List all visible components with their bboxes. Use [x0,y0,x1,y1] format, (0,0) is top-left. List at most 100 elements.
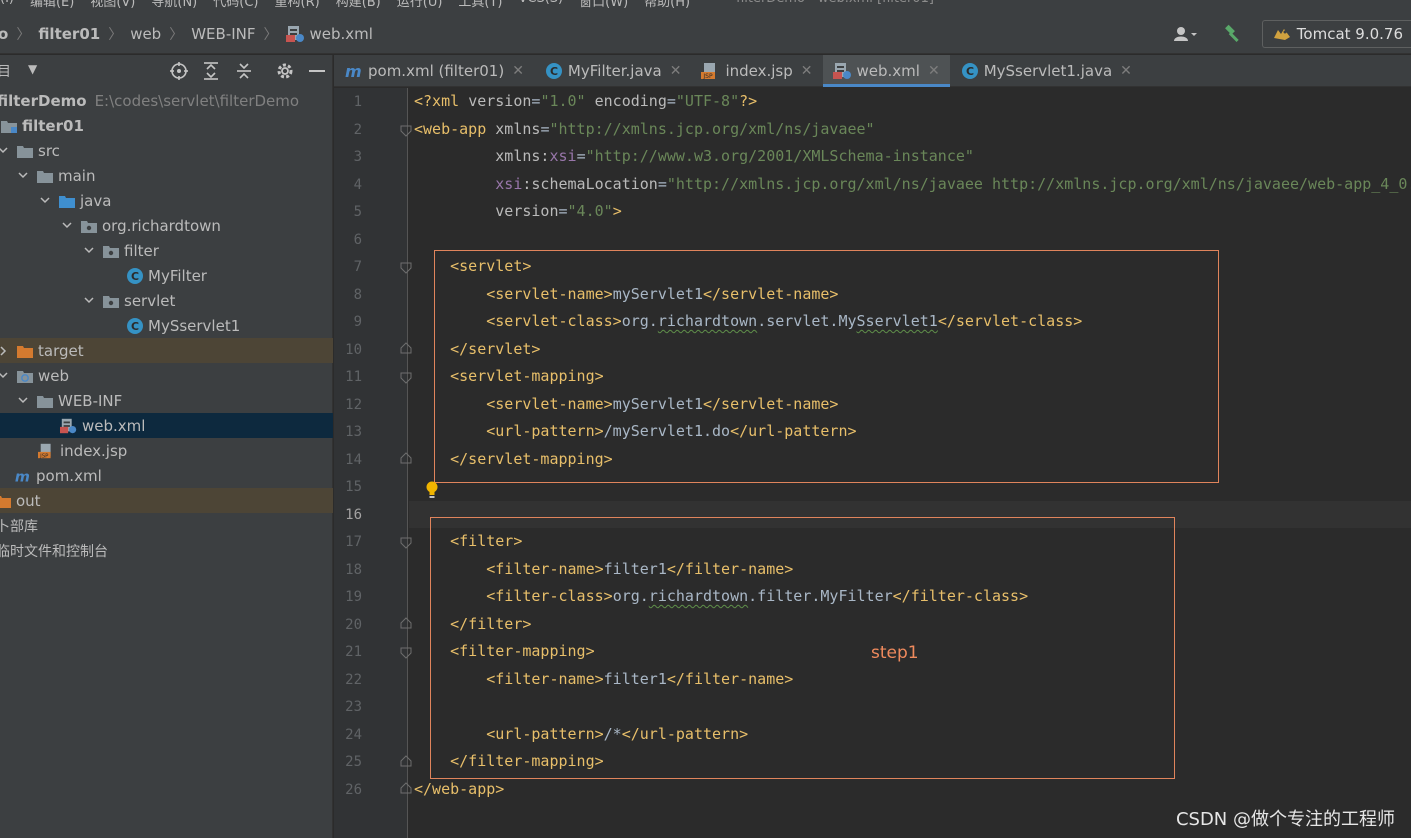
breadcrumb-file-label: web.xml [309,25,373,43]
tab-label: web.xml [856,62,920,80]
breadcrumb-web[interactable]: web [130,25,161,43]
tree-item-java[interactable]: java [0,188,333,213]
line-number: 2 [353,122,362,138]
jsp-icon: JSP [701,61,721,81]
menu-item[interactable]: 帮助(H) [644,0,690,8]
expand-all-icon[interactable] [200,60,222,82]
menu-item[interactable]: 代码(C) [213,0,258,8]
chevron-down-icon[interactable] [0,372,10,379]
token: xmlns: [495,147,550,165]
watermark: CSDN @做个专注的工程师 [1175,809,1395,830]
chevron-down-icon[interactable] [38,197,52,204]
close-icon[interactable]: ✕ [928,63,940,79]
code-line-1: <?xml version="1.0" encoding="UTF-8"?> [414,92,757,110]
close-icon[interactable]: ✕ [801,63,813,79]
breadcrumb-file[interactable]: web.xml [285,25,373,43]
tree-item-package-filter[interactable]: filter [0,238,333,263]
code-line-26: </web-app> [414,780,504,798]
close-icon[interactable]: ✕ [512,63,524,79]
lightbulb-icon[interactable] [425,481,439,499]
minimize-icon[interactable] [306,60,328,82]
tree-item-label: filter01 [22,116,84,135]
token: "4.0" [567,202,613,220]
code-line-4: xsi:schemaLocation="http://xmlns.jcp.org… [414,175,1411,193]
close-icon[interactable]: ✕ [1120,63,1132,79]
tree-item-package-root[interactable]: org.richardtown [0,213,333,238]
menu-item[interactable]: 工具(T) [458,0,502,8]
navigation-bar: o 〉 filter01 〉 web 〉 WEB-INF 〉 web.xml T… [0,8,1411,54]
chevron-down-icon[interactable] [16,397,30,404]
tree-item-index-jsp[interactable]: JSP index.jsp [0,438,333,463]
collapse-all-icon[interactable] [233,60,255,82]
tree-item-label: main [58,166,96,185]
svg-text:C: C [131,320,139,333]
tree-item-pom-xml[interactable]: m pom.xml [0,463,333,488]
line-number: 25 [345,754,362,770]
class-icon: C [126,317,144,335]
tree-item-out[interactable]: out [0,488,333,513]
menu-item[interactable]: 重构(R) [275,0,320,8]
breadcrumb-project[interactable]: o [0,25,8,43]
tree-item-web[interactable]: web [0,363,333,388]
tree-item-package-servlet[interactable]: servlet [0,288,333,313]
folder-icon [16,142,34,160]
tree-item-web-inf[interactable]: WEB-INF [0,388,333,413]
menu-item[interactable]: (I) [0,0,14,8]
tab-pom-xml[interactable]: m pom.xml (filter01) ✕ [334,55,534,87]
xml-config-icon [285,26,304,42]
tab-myfilter-java[interactable]: C MyFilter.java ✕ [534,55,692,87]
chevron-down-icon[interactable] [60,222,74,229]
line-number: 4 [353,177,362,193]
tree-item-label: web.xml [82,416,146,435]
close-icon[interactable]: ✕ [670,63,682,79]
line-number: 7 [353,259,362,275]
chevron-down-icon[interactable] [0,147,10,154]
chevron-right-icon[interactable] [0,345,10,356]
breadcrumb: o 〉 filter01 〉 web 〉 WEB-INF 〉 web.xml [0,24,373,44]
line-number: 1 [353,94,362,110]
tab-mysservlet1-java[interactable]: C MySservlet1.java ✕ [950,55,1142,87]
tab-web-xml[interactable]: web.xml ✕ [822,55,950,87]
menu-item[interactable]: 构建(B) [336,0,381,8]
breadcrumb-web-inf[interactable]: WEB-INF [191,25,255,43]
menu-item[interactable]: 窗口(W) [579,0,628,8]
tree-item-label: index.jsp [60,441,128,460]
tree-item-label: MySservlet1 [148,316,241,335]
menu-item[interactable]: 视图(V) [90,0,135,8]
svg-text:C: C [966,65,974,78]
tree-item-class-myfilter[interactable]: C MyFilter [0,263,333,288]
user-icon[interactable] [1170,22,1202,46]
tab-index-jsp[interactable]: JSP index.jsp ✕ [691,55,822,87]
menu-item[interactable]: 导航(N) [151,0,197,8]
chevron-down-icon[interactable] [16,172,30,179]
run-configuration-selector[interactable]: Tomcat 9.0.76 [1261,20,1411,48]
build-hammer-icon[interactable] [1218,22,1248,46]
menu-item[interactable]: 编辑(E) [30,0,74,8]
token: xsi [549,147,577,165]
excluded-folder-icon [16,342,34,360]
tree-item-external-libraries[interactable]: 卜部库 [0,513,333,538]
chevron-down-icon[interactable] [82,297,96,304]
tree-item-web-xml[interactable]: web.xml [0,413,333,438]
menu-item[interactable]: VCS(S) [519,0,564,8]
tree-item-target[interactable]: target [0,338,333,363]
project-panel-title[interactable]: 目 [0,61,11,81]
gear-icon[interactable] [274,60,296,82]
line-number: 12 [345,397,362,413]
chevron-down-icon[interactable] [82,247,96,254]
tree-item-project-root[interactable]: filterDemo E:\codes\servlet\filterDemo [0,88,333,113]
breadcrumb-module[interactable]: filter01 [38,25,100,43]
line-number: 15 [345,479,362,495]
tree-item-class-mysservlet1[interactable]: C MySservlet1 [0,313,333,338]
tree-item-src[interactable]: src [0,138,333,163]
tree-item-scratches[interactable]: 临时文件和控制台 [0,538,333,563]
tree-item-main[interactable]: main [0,163,333,188]
view-dropdown-icon[interactable]: ▼ [28,62,37,76]
line-number-current: 16 [345,507,362,523]
tree-item-module[interactable]: filter01 [0,113,333,138]
locate-file-icon[interactable] [168,60,190,82]
menu-item[interactable]: 运行(U) [397,0,443,8]
menu-bar: (I) 编辑(E) 视图(V) 导航(N) 代码(C) 重构(R) 构建(B) … [0,0,1411,8]
